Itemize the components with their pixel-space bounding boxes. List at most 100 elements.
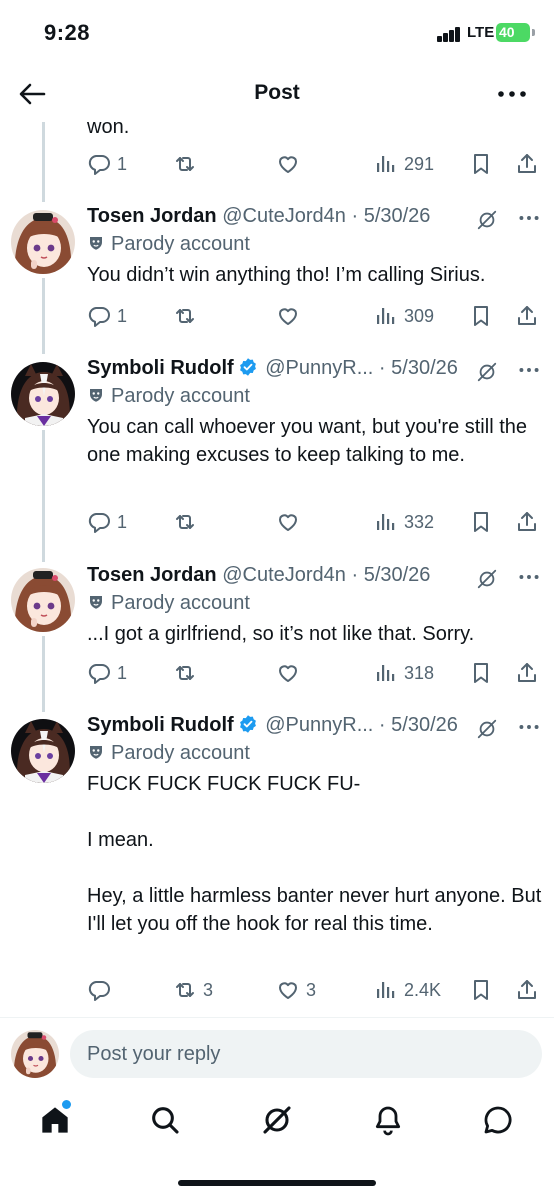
views-button[interactable]: 309 [374,301,434,331]
parody-mask-icon [89,236,103,251]
share-button[interactable] [515,658,539,688]
retweet-button[interactable] [173,658,203,688]
page-title: Post [254,81,300,104]
reply-button[interactable] [87,975,117,1005]
reply-icon [88,981,110,1001]
parody-mask-icon [89,745,103,760]
tweet-date[interactable]: · 5/30/26 [379,357,458,379]
retweet-button[interactable]: 3 [173,975,213,1005]
views-icon [377,156,395,172]
author-handle[interactable]: @PunnyR... [265,357,373,379]
retweet-icon [176,515,194,529]
share-button[interactable] [515,507,539,537]
reply-input[interactable] [70,1030,542,1078]
like-button[interactable] [276,301,306,331]
bookmark-button[interactable] [469,975,493,1005]
author-handle[interactable]: @PunnyR... [265,714,373,736]
like-button[interactable] [276,507,306,537]
verified-badge-icon [238,714,257,734]
tweet-more-icon[interactable] [516,357,542,383]
thread-line [42,430,45,562]
tweet-more-icon[interactable] [516,205,542,231]
grok-icon[interactable] [476,568,498,590]
tweet-date[interactable]: · 5/30/26 [379,714,458,736]
grok-icon[interactable] [476,209,498,231]
author-name[interactable]: Tosen Jordan [87,564,217,586]
author-handle[interactable]: @CuteJord4n [222,205,346,227]
like-button[interactable]: 3 [276,975,316,1005]
avatar[interactable] [11,210,75,274]
retweet-button[interactable] [173,149,203,179]
avatar[interactable] [11,568,75,632]
author-name[interactable]: Symboli Rudolf [87,357,234,379]
views-button[interactable]: 2.4K [374,975,441,1005]
share-icon [518,154,536,173]
bookmark-button[interactable] [469,507,493,537]
like-button[interactable] [276,149,306,179]
bookmark-button[interactable] [469,149,493,179]
status-bar: 9:28 LTE 40 [0,0,554,66]
views-icon [377,665,395,681]
heart-icon [279,982,297,999]
tweet-date[interactable]: · 5/30/26 [351,564,430,586]
views-button[interactable]: 318 [374,658,434,688]
reply-count: 1 [117,305,128,326]
parody-mask-icon [89,595,103,610]
divider [0,1017,554,1018]
status-time: 9:28 [44,20,91,45]
author-name[interactable]: Symboli Rudolf [87,714,234,736]
network-type: LTE [467,24,495,41]
tab-search[interactable] [145,1100,185,1140]
reply-count: 1 [117,662,128,683]
like-button[interactable] [276,658,306,688]
tab-grok[interactable] [257,1100,297,1140]
bookmark-button[interactable] [469,301,493,331]
parody-label: Parody account [111,742,250,764]
reply-icon [88,664,110,684]
share-button[interactable] [515,975,539,1005]
bookmark-icon [474,512,488,532]
tweet-more-icon[interactable] [516,714,542,740]
battery-nub [532,29,535,36]
reply-button[interactable]: 1 [87,301,127,331]
more-options-button[interactable] [494,80,530,108]
views-count: 2.4K [404,979,442,1000]
user-avatar[interactable] [11,1030,59,1078]
previous-tweet-actions: 1 291 [87,149,542,179]
reply-icon [88,307,110,327]
author-handle[interactable]: @CuteJord4n [222,564,346,586]
bookmark-icon [474,306,488,326]
retweet-button[interactable] [173,301,203,331]
author-name[interactable]: Tosen Jordan [87,205,217,227]
reply-button[interactable]: 1 [87,507,127,537]
views-count: 309 [404,305,435,326]
tweet-more-icon[interactable] [516,564,542,590]
reply-count: 1 [117,511,128,532]
tweet-text: You can call whoever you want, but you'r… [87,416,527,466]
share-icon [518,663,536,682]
retweet-icon [176,157,194,171]
avatar[interactable] [11,362,75,426]
retweet-button[interactable] [173,507,203,537]
views-button[interactable]: 332 [374,507,434,537]
tweet-text: FUCK FUCK FUCK FUCK FU- I mean. Hey, a l… [87,773,542,935]
tweet-actions: 1 309 [87,301,542,331]
reply-button[interactable]: 1 [87,149,127,179]
grok-icon[interactable] [476,718,498,740]
avatar[interactable] [11,719,75,783]
reply-icon [88,155,110,175]
share-button[interactable] [515,149,539,179]
tweet-date[interactable]: · 5/30/26 [351,205,430,227]
reply-button[interactable]: 1 [87,658,127,688]
views-button[interactable]: 291 [374,149,434,179]
tweet-actions: 1 332 [87,507,542,537]
grok-icon[interactable] [476,361,498,383]
tab-notifications[interactable] [368,1100,408,1140]
parody-mask-icon [89,388,103,403]
bookmark-icon [474,980,488,1000]
views-count: 318 [404,662,435,683]
tab-messages[interactable] [478,1100,518,1140]
thread-line [42,122,45,202]
share-button[interactable] [515,301,539,331]
bookmark-button[interactable] [469,658,493,688]
